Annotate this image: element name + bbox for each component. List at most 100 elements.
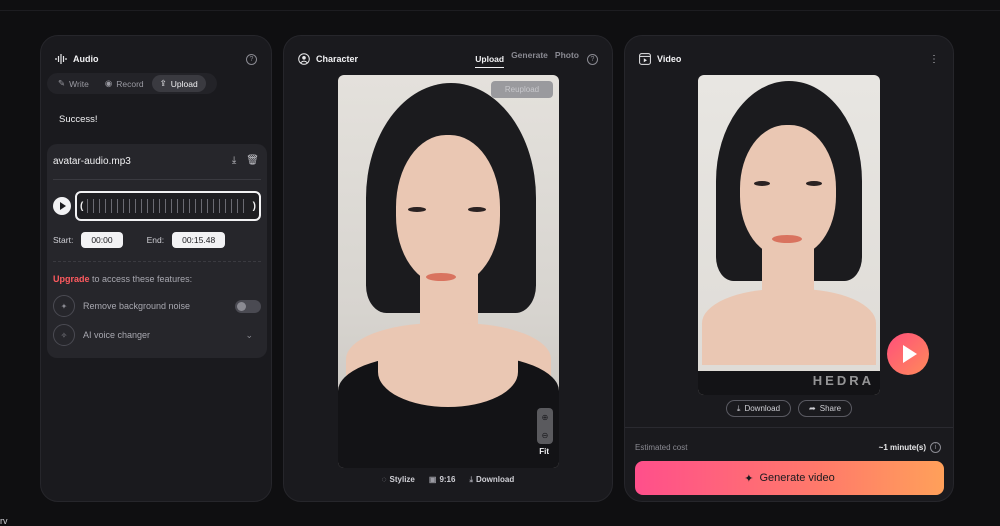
stray-text: rv [0,516,8,526]
share-icon: ➦ [809,404,816,413]
pencil-icon: ✎ [58,78,66,88]
video-panel: Video ⋮ HEDRA ⤓ Download ➦ Share Estimated… [624,35,954,502]
end-label: End: [146,235,165,245]
video-download-label: Download [744,404,781,413]
audio-play-button[interactable] [53,197,71,215]
tab-write-label: Write [69,78,89,89]
video-header: Video ⋮ [639,52,939,66]
feature-voice-changer[interactable]: ✧ AI voice changer ⌄ [53,323,261,347]
help-icon[interactable]: ? [246,53,257,65]
upgrade-link[interactable]: Upgrade [53,274,90,284]
divider [53,179,261,180]
trim-times: Start: 00:00 End: 00:15.48 [53,232,261,248]
waveform-bars [87,199,249,213]
divider [625,427,953,428]
tab-photo[interactable]: Photo [555,50,579,68]
download-icon[interactable]: ⤓ [232,155,236,166]
video-title: Video [657,54,682,64]
aspect-ratio-button[interactable]: ▣ 9:16 [429,475,456,485]
fit-button[interactable]: Fit [539,447,549,456]
top-divider [0,10,1000,11]
info-icon[interactable]: i [930,442,941,453]
upgrade-text: to access these features: [89,274,193,284]
voice-changer-icon: ✧ [53,324,75,346]
share-button[interactable]: ➦ Share [798,400,853,417]
character-toolbar: ◌ Stylize ▣ 9:16 ⤓ Download [284,475,612,485]
portrait-eye-right [468,207,486,212]
upload-status: Success! [59,114,98,125]
reupload-button[interactable]: Reupload [491,81,553,98]
record-icon: ◉ [104,78,113,88]
portrait-shoulders [702,289,876,365]
zoom-controls: ⊕ ⊖ [537,408,553,444]
stylize-icon: ◌ [381,475,387,484]
trim-end-handle[interactable]: ) [253,201,256,212]
tab-generate[interactable]: Generate [511,50,548,68]
download-button[interactable]: ⤓ Download [469,475,514,485]
portrait-lips [772,235,802,243]
portrait-eye-left [754,181,770,186]
zoom-in-icon[interactable]: ⊕ [542,413,549,422]
aspect-ratio-label: 9:16 [439,475,456,484]
noise-removal-icon: ✦ [53,295,75,317]
tab-upload[interactable]: Upload [475,54,505,68]
divider [53,261,261,262]
download-label: Download [476,475,515,484]
character-header: Character Upload Generate Photo ? [298,50,598,68]
trim-start-handle[interactable]: ( [80,201,83,212]
generate-video-button[interactable]: ✦ Generate video [635,461,944,495]
stylize-label: Stylize [389,475,415,484]
download-icon: ⤓ [469,475,473,484]
noise-removal-toggle[interactable] [235,299,261,313]
video-download-button[interactable]: ⤓ Download [725,400,792,417]
video-icon [639,53,651,65]
more-options-icon[interactable]: ⋮ [929,54,939,65]
share-label: Share [819,404,842,413]
cost-value: ~1 minute(s) [878,443,926,452]
trash-icon[interactable]: 🗑 [246,155,259,166]
upload-icon: ⇪ [159,78,167,88]
tab-write[interactable]: ✎ Write [50,75,97,92]
character-image[interactable]: Reupload ⊕ ⊖ Fit [338,75,559,468]
estimated-cost-row: Estimated cost ~1 minute(s) i [635,442,941,453]
aspect-ratio-icon: ▣ [428,475,437,484]
video-play-button[interactable] [887,333,929,375]
audio-file-card: avatar-audio.mp3 ⤓ 🗑 ( ) Start: 00:00 En… [47,144,267,358]
watermark: HEDRA [812,373,874,388]
chevron-down-icon[interactable]: ⌄ [245,330,253,341]
end-time-input[interactable]: 00:15.48 [172,232,226,248]
generate-video-label: Generate video [759,472,835,484]
tab-record[interactable]: ◉ Record [97,75,152,92]
stylize-button[interactable]: ◌ Stylize [382,475,415,485]
zoom-out-icon[interactable]: ⊖ [542,431,549,440]
cost-label: Estimated cost [635,443,688,452]
character-panel: Character Upload Generate Photo ? Reuplo… [283,35,613,502]
start-time-input[interactable]: 00:00 [81,232,123,248]
user-circle-icon [298,53,310,65]
download-icon: ⤓ [736,403,741,413]
portrait-eye-left [408,207,426,212]
sparkle-icon: ✦ [744,472,754,485]
audio-waveform-trimmer[interactable]: ( ) [75,191,261,221]
feature-remove-noise: ✦ Remove background noise [53,294,261,318]
upgrade-notice: Upgrade to access these features: [53,274,192,284]
video-actions: ⤓ Download ➦ Share [625,400,953,417]
video-preview[interactable]: HEDRA [698,75,880,395]
tab-upload-label: Upload [170,78,198,89]
portrait-neckline [378,337,518,407]
audio-source-tabs: ✎ Write ◉ Record ⇪ Upload [47,73,217,94]
audio-header: Audio ? [55,52,257,66]
feature-label: AI voice changer [83,330,151,340]
audio-file-name: avatar-audio.mp3 [53,156,131,167]
audio-title: Audio [73,54,99,64]
audio-waveform-icon [55,54,67,64]
help-icon[interactable]: ? [587,53,598,65]
feature-label: Remove background noise [83,301,191,311]
portrait-eye-right [806,181,822,186]
audio-panel: Audio ? ✎ Write ◉ Record ⇪ Upload Succes… [40,35,272,502]
tab-record-label: Record [116,78,144,89]
start-label: Start: [53,235,74,245]
tab-upload[interactable]: ⇪ Upload [151,75,206,92]
character-title: Character [316,54,359,64]
portrait-lips [426,273,456,281]
